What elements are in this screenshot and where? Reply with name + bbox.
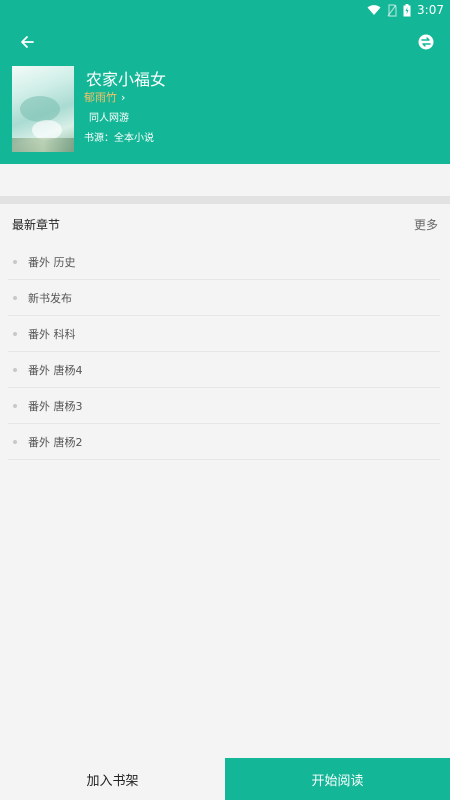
more-button[interactable]: 更多 — [414, 216, 438, 233]
chevron-right-icon: › — [121, 90, 126, 104]
chapter-item[interactable]: 番外 唐杨2 — [8, 424, 440, 460]
book-title: 农家小福女 — [86, 70, 167, 89]
back-button[interactable] — [11, 26, 43, 58]
chapter-item[interactable]: 番外 唐杨3 — [8, 388, 440, 424]
swap-icon — [418, 34, 434, 50]
chapter-label: 新书发布 — [28, 291, 72, 305]
bullet-icon — [13, 439, 17, 444]
chapter-list: 番外 历史 新书发布 番外 科科 番外 唐杨4 番外 唐杨3 番外 唐杨2 — [8, 244, 440, 460]
add-to-shelf-button[interactable]: 加入书架 — [0, 758, 225, 800]
chapter-label: 番外 唐杨3 — [28, 399, 83, 413]
status-time: 3:07 — [417, 3, 444, 17]
source-value: 全本小说 — [114, 133, 154, 144]
section-title: 最新章节 — [12, 218, 61, 232]
author-link[interactable]: 郁雨竹 › — [84, 89, 125, 105]
chapters-header: 最新章节 更多 — [0, 204, 450, 244]
section-divider — [0, 196, 450, 204]
source-label: 书源： — [84, 133, 114, 144]
battery-icon — [403, 3, 411, 17]
bullet-icon — [13, 367, 17, 372]
author-name: 郁雨竹 — [84, 91, 117, 104]
book-category: 同人网游 — [89, 113, 129, 124]
no-sim-icon — [387, 3, 397, 17]
bottom-action-bar: 加入书架 开始阅读 — [0, 758, 450, 800]
status-bar: 3:07 — [0, 0, 450, 20]
arrow-left-icon — [21, 36, 34, 48]
bullet-icon — [13, 295, 17, 300]
chapter-label: 番外 唐杨2 — [28, 435, 83, 449]
chapter-label: 番外 历史 — [28, 255, 76, 269]
chapter-item[interactable]: 番外 科科 — [8, 316, 440, 352]
bullet-icon — [13, 259, 17, 264]
bullet-icon — [13, 331, 17, 336]
chapter-label: 番外 唐杨4 — [28, 363, 83, 377]
change-source-button[interactable] — [410, 26, 442, 58]
start-reading-button[interactable]: 开始阅读 — [225, 758, 450, 800]
wifi-icon — [367, 4, 381, 16]
chapter-item[interactable]: 番外 历史 — [8, 244, 440, 280]
chapter-label: 番外 科科 — [28, 327, 76, 341]
blank-band — [0, 164, 450, 196]
chapter-item[interactable]: 新书发布 — [8, 280, 440, 316]
book-cover — [12, 66, 74, 152]
chapter-item[interactable]: 番外 唐杨4 — [8, 352, 440, 388]
book-header: 3:07 农家小福女 郁雨竹 › 同人网游 书源： 全本小说 — [0, 0, 450, 164]
bullet-icon — [13, 403, 17, 408]
book-source: 书源： 全本小说 — [84, 129, 154, 144]
